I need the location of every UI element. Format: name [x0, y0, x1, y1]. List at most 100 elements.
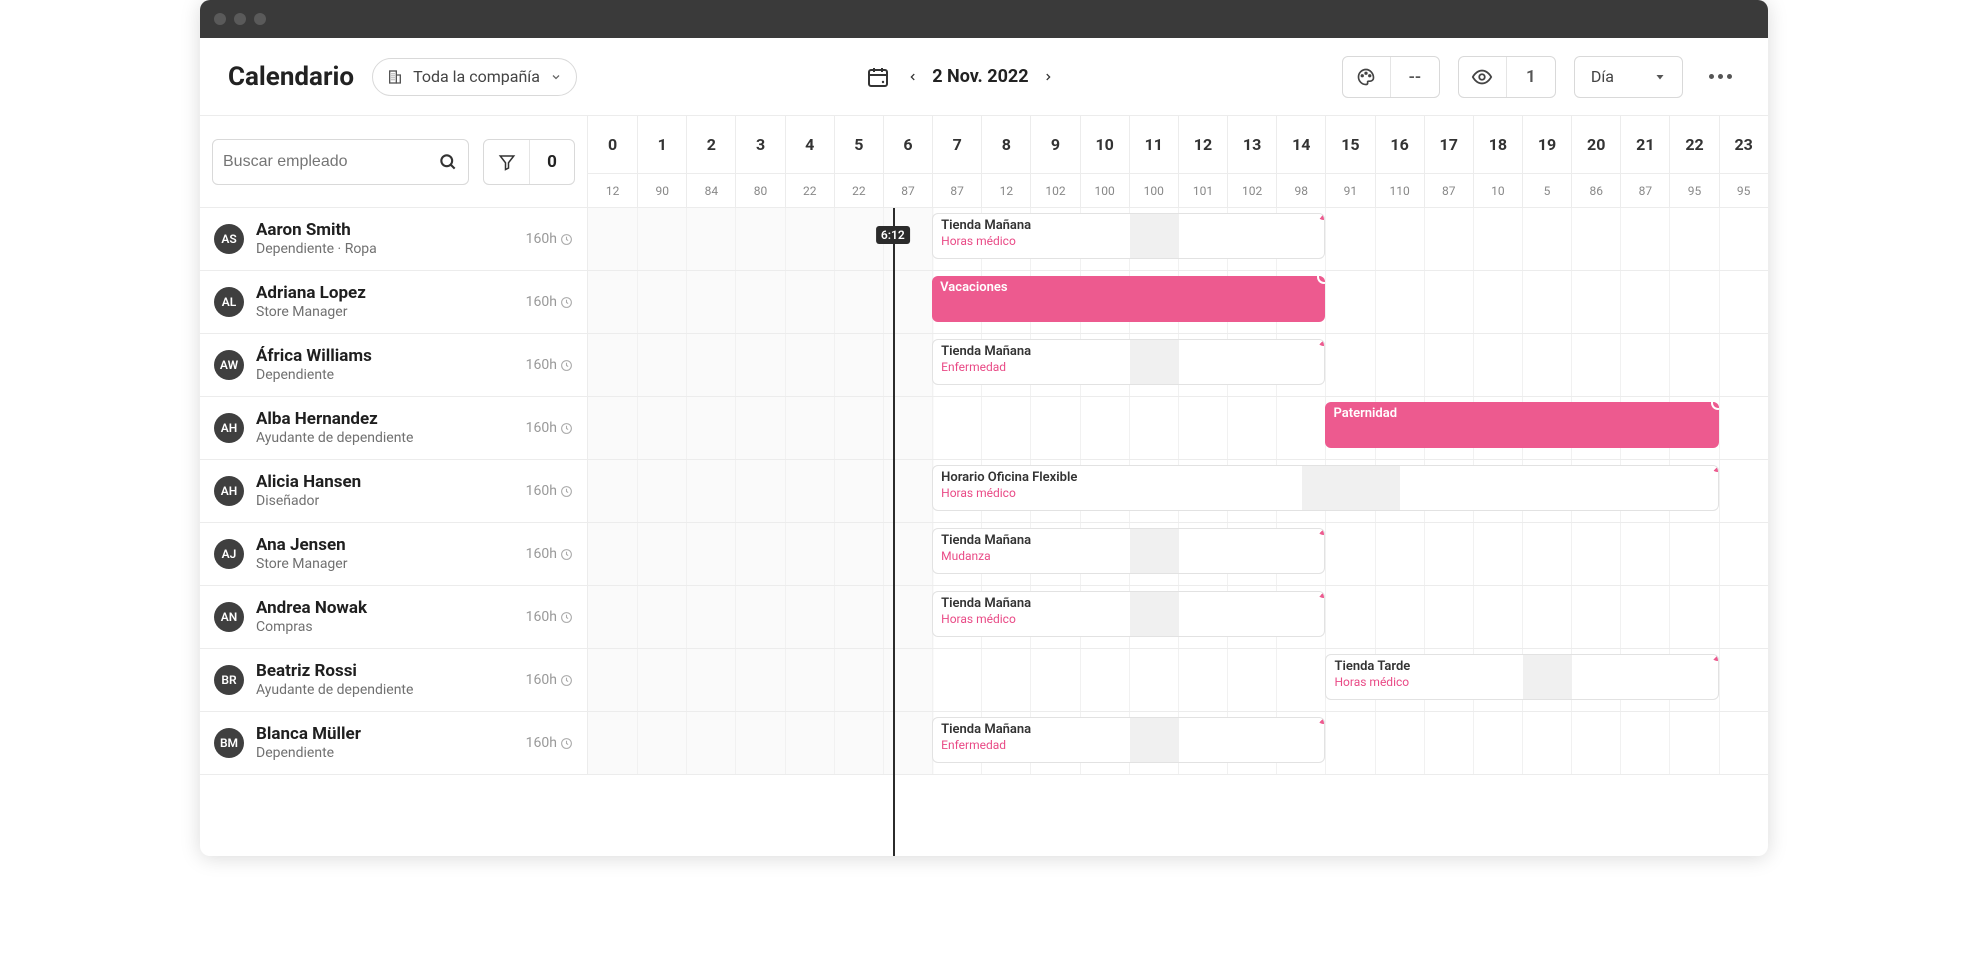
event-title: Tienda Mañana [941, 596, 1314, 612]
employee-name: Ana Jensen [256, 535, 514, 555]
hour-header-cell: 21 [1620, 116, 1669, 173]
funnel-icon [498, 153, 516, 171]
employee-name: Blanca Müller [256, 724, 514, 744]
window-titlebar [200, 0, 1768, 38]
hour-count-cell: 91 [1325, 174, 1374, 207]
employee-row: BMBlanca MüllerDependiente160hTienda Mañ… [200, 712, 1768, 775]
prev-day-button[interactable] [908, 69, 918, 85]
more-menu-button[interactable] [1701, 66, 1740, 87]
shift-event[interactable]: Tienda MañanaEnfermedad [932, 339, 1325, 385]
row-timeline[interactable]: Tienda MañanaEnfermedad [588, 712, 1768, 774]
hour-count-cell: 102 [1227, 174, 1276, 207]
hours-header: 01234567891011121314151617181920212223 [588, 116, 1768, 173]
rows-container: ASAaron SmithDependiente · Ropa160h Tiend… [200, 208, 1768, 856]
hour-header-cell: 12 [1178, 116, 1227, 173]
event-status-badge [1711, 402, 1719, 410]
hour-count-cell: 87 [1620, 174, 1669, 207]
employee-info-cell[interactable]: AHAlicia HansenDiseñador160h [200, 460, 588, 522]
row-timeline[interactable]: Tienda MañanaEnfermedad [588, 334, 1768, 396]
search-filter-panel: 0 [200, 116, 588, 207]
search-input[interactable] [223, 153, 430, 171]
row-timeline[interactable]: Paternidad [588, 397, 1768, 459]
avatar: AJ [214, 539, 244, 569]
shift-event[interactable]: Paternidad [1325, 402, 1718, 448]
hour-count-cell: 5 [1522, 174, 1571, 207]
avatar: AL [214, 287, 244, 317]
hour-count-cell: 87 [883, 174, 932, 207]
employee-info-cell[interactable]: ANAndrea NowakCompras160h [200, 586, 588, 648]
visibility-control[interactable]: 1 [1458, 56, 1556, 98]
shift-event[interactable]: Tienda MañanaHoras médico [932, 591, 1325, 637]
next-day-button[interactable] [1043, 69, 1053, 85]
employee-info-cell[interactable]: ALAdriana LopezStore Manager160h [200, 271, 588, 333]
hour-header-cell: 10 [1080, 116, 1129, 173]
shift-event[interactable]: Tienda MañanaEnfermedad [932, 717, 1325, 763]
hour-count-cell: 84 [686, 174, 735, 207]
event-status-badge [1710, 654, 1719, 663]
event-status-badge [1317, 276, 1325, 284]
hour-header-cell: 2 [686, 116, 735, 173]
avatar: BM [214, 728, 244, 758]
employee-info-cell[interactable]: AWÁfrica WilliamsDependiente160h [200, 334, 588, 396]
shift-event[interactable]: Tienda MañanaMudanza [932, 528, 1325, 574]
row-timeline[interactable]: Tienda MañanaHoras médico [588, 586, 1768, 648]
row-timeline[interactable]: Vacaciones [588, 271, 1768, 333]
hour-count-cell: 101 [1178, 174, 1227, 207]
hour-header-cell: 5 [834, 116, 883, 173]
employee-name: Andrea Nowak [256, 598, 514, 618]
avatar: AN [214, 602, 244, 632]
row-timeline[interactable]: Tienda MañanaMudanza [588, 523, 1768, 585]
search-input-wrapper[interactable] [212, 139, 469, 185]
avatar: BR [214, 665, 244, 695]
calendar-icon[interactable] [866, 65, 890, 89]
event-grey-segment [1130, 340, 1179, 384]
employee-role: Store Manager [256, 556, 514, 573]
palette-control[interactable]: -- [1342, 56, 1440, 98]
filter-control[interactable]: 0 [483, 139, 575, 185]
minimize-dot[interactable] [234, 13, 246, 25]
employee-text: Alicia HansenDiseñador [256, 472, 514, 509]
shift-event[interactable]: Vacaciones [932, 276, 1325, 322]
row-timeline[interactable]: Tienda MañanaHoras médico [588, 208, 1768, 270]
hour-header-cell: 16 [1375, 116, 1424, 173]
event-title: Tienda Mañana [941, 344, 1314, 360]
clock-icon [560, 359, 573, 372]
event-subtitle: Mudanza [941, 549, 1314, 564]
close-dot[interactable] [214, 13, 226, 25]
subheader: 0 01234567891011121314151617181920212223… [200, 116, 1768, 208]
row-timeline[interactable]: Tienda TardeHoras médico [588, 649, 1768, 711]
hour-header-cell: 13 [1227, 116, 1276, 173]
shift-event[interactable]: Tienda MañanaHoras médico [932, 213, 1325, 259]
company-icon [387, 69, 403, 85]
hour-count-cell: 95 [1669, 174, 1718, 207]
employee-info-cell[interactable]: ASAaron SmithDependiente · Ropa160h [200, 208, 588, 270]
employee-info-cell[interactable]: BRBeatriz RossiAyudante de dependiente16… [200, 649, 588, 711]
view-select[interactable]: Día [1574, 56, 1683, 98]
employee-row: AHAlba HernandezAyudante de dependiente1… [200, 397, 1768, 460]
employee-name: Aaron Smith [256, 220, 514, 240]
employee-role: Ayudante de dependiente [256, 430, 514, 447]
employee-info-cell[interactable]: AHAlba HernandezAyudante de dependiente1… [200, 397, 588, 459]
hour-header-cell: 19 [1522, 116, 1571, 173]
shift-event[interactable]: Horario Oficina FlexibleHoras médico [932, 465, 1719, 511]
row-timeline[interactable]: Horario Oficina FlexibleHoras médico [588, 460, 1768, 522]
shift-event[interactable]: Tienda TardeHoras médico [1325, 654, 1718, 700]
employee-hours: 160h [526, 609, 573, 625]
employee-hours: 160h [526, 483, 573, 499]
topbar: Calendario Toda la compañía 2 Nov. 2022 … [200, 38, 1768, 116]
hour-count-cell: 12 [981, 174, 1030, 207]
employee-name: Alba Hernandez [256, 409, 514, 429]
event-status-badge [1710, 465, 1719, 474]
employee-role: Store Manager [256, 304, 514, 321]
company-scope-select[interactable]: Toda la compañía [372, 58, 577, 96]
hour-count-cell: 10 [1473, 174, 1522, 207]
employee-text: Beatriz RossiAyudante de dependiente [256, 661, 514, 698]
chevron-down-icon [550, 71, 562, 83]
current-time-line [893, 208, 895, 856]
zoom-dot[interactable] [254, 13, 266, 25]
hour-count-cell: 110 [1375, 174, 1424, 207]
employee-role: Dependiente · Ropa [256, 241, 514, 258]
employee-info-cell[interactable]: BMBlanca MüllerDependiente160h [200, 712, 588, 774]
employee-row: ANAndrea NowakCompras160hTienda MañanaHo… [200, 586, 1768, 649]
employee-info-cell[interactable]: AJAna JensenStore Manager160h [200, 523, 588, 585]
